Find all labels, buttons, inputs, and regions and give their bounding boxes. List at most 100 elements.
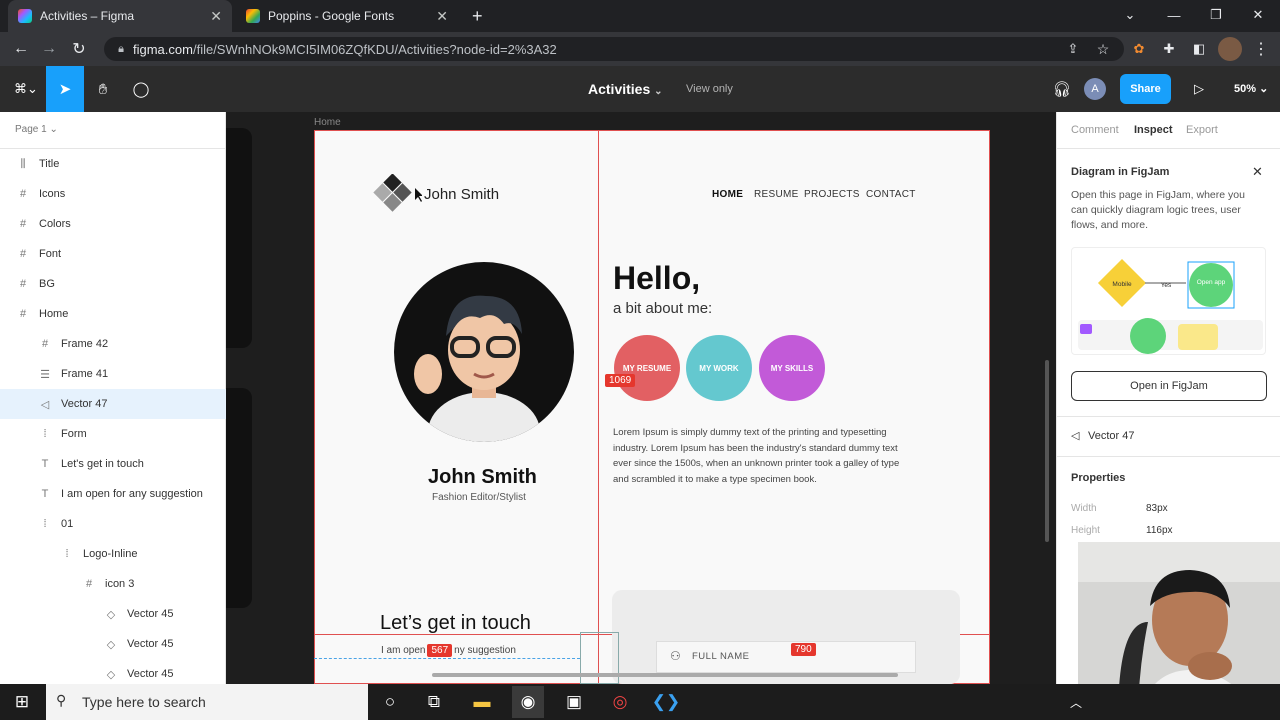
- url-text: figma.com/file/SWnhNOk9MCI5IM06ZQfKDU/Ac…: [133, 42, 557, 57]
- cortana-icon[interactable]: ○: [374, 686, 406, 718]
- layer-label: I am open for any suggestion: [61, 488, 203, 500]
- frame-icon: #: [19, 188, 27, 200]
- move-tool-icon[interactable]: ➤: [46, 66, 84, 112]
- close-tab-icon[interactable]: ✕: [436, 8, 448, 25]
- maximize-icon[interactable]: ❐: [1196, 0, 1236, 30]
- close-window-icon[interactable]: ✕: [1238, 0, 1278, 30]
- layer-row[interactable]: ⁞ 01: [0, 509, 226, 539]
- layer-row[interactable]: # Icons: [0, 179, 226, 209]
- offscreen-frame: [226, 388, 252, 608]
- zoom-level[interactable]: 50% ⌄: [1234, 82, 1268, 95]
- comment-tool-icon[interactable]: ◯: [122, 66, 160, 112]
- figma-main-menu-icon[interactable]: ⌘⌄: [6, 66, 46, 112]
- layer-row[interactable]: # Font: [0, 239, 226, 269]
- frame-bars-icon: ⫼: [20, 157, 26, 170]
- divider: [1056, 148, 1280, 149]
- tab-google-fonts[interactable]: Poppins - Google Fonts ✕: [236, 0, 458, 32]
- file-explorer-icon[interactable]: ▬: [466, 686, 498, 718]
- layer-row[interactable]: # BG: [0, 269, 226, 299]
- close-tab-icon[interactable]: ✕: [210, 8, 222, 25]
- profile-avatar[interactable]: [1218, 37, 1242, 61]
- tab-export[interactable]: Export: [1186, 124, 1218, 136]
- layer-row[interactable]: # Frame 42: [0, 329, 226, 359]
- forward-arrow-icon[interactable]: →: [38, 38, 60, 60]
- side-panel-icon[interactable]: ◧: [1188, 38, 1210, 60]
- vscode-icon[interactable]: ❮❯: [650, 686, 682, 718]
- app-icon[interactable]: ▣: [558, 686, 590, 718]
- extensions-puzzle-icon[interactable]: ✚: [1158, 38, 1180, 60]
- vertical-scrollbar[interactable]: [1045, 360, 1049, 542]
- nav-home[interactable]: HOME: [712, 189, 743, 200]
- layer-row[interactable]: ◇ Vector 45: [0, 629, 226, 659]
- layer-row[interactable]: ◇ Vector 45: [0, 659, 226, 689]
- obs-icon[interactable]: ◎: [604, 686, 636, 718]
- layer-row[interactable]: T I am open for any suggestion: [0, 479, 226, 509]
- lock-icon[interactable]: 🔒︎: [110, 38, 132, 60]
- tab-comment[interactable]: Comment: [1071, 124, 1119, 136]
- my-resume-circle[interactable]: MY RESUME: [614, 335, 680, 401]
- layer-label: BG: [39, 278, 55, 290]
- minimize-icon[interactable]: —: [1154, 0, 1194, 30]
- text-icon: T: [41, 488, 49, 500]
- tray-chevron-icon[interactable]: ︿: [1060, 686, 1092, 718]
- vector-icon: ◁: [40, 398, 50, 411]
- tab-figma[interactable]: Activities – Figma ✕: [8, 0, 232, 32]
- lorem-paragraph: Lorem Ipsum is simply dummy text of the …: [613, 427, 900, 485]
- layer-label: Form: [61, 428, 87, 440]
- chrome-icon[interactable]: ◉: [512, 686, 544, 718]
- new-tab-button[interactable]: +: [462, 0, 492, 32]
- vector-diamond-icon: ◇: [106, 638, 116, 651]
- back-arrow-icon[interactable]: ←: [10, 38, 32, 60]
- profile-name: John Smith: [428, 466, 537, 488]
- tab-inspect[interactable]: Inspect: [1134, 124, 1173, 136]
- my-work-circle[interactable]: MY WORK: [686, 335, 752, 401]
- layer-row[interactable]: ⁞ Form: [0, 419, 226, 449]
- windows-start-icon[interactable]: ⊞: [6, 686, 38, 718]
- layer-label: Font: [39, 248, 62, 260]
- nav-projects[interactable]: PROJECTS: [804, 189, 860, 200]
- page-selector[interactable]: Page 1 ⌄: [15, 124, 58, 135]
- layer-row[interactable]: # Colors: [0, 209, 226, 239]
- layer-row[interactable]: ◁ Vector 47: [0, 389, 226, 419]
- audio-headphones-icon[interactable]: 🎧︎: [1043, 66, 1081, 112]
- hand-tool-icon[interactable]: ✋︎: [84, 66, 122, 112]
- tab-search-chevron-icon[interactable]: ⌄: [1110, 0, 1150, 30]
- divider: [1056, 416, 1280, 417]
- full-name-placeholder: FULL NAME: [692, 651, 750, 662]
- layer-row[interactable]: ⫼ Title: [0, 149, 226, 179]
- user-avatar[interactable]: A: [1084, 78, 1106, 100]
- layer-row[interactable]: ⁞ Logo-Inline: [0, 539, 226, 569]
- open-in-figjam-button[interactable]: Open in FigJam: [1071, 371, 1267, 401]
- layer-row[interactable]: ☰ Frame 41: [0, 359, 226, 389]
- layer-row[interactable]: T Let's get in touch: [0, 449, 226, 479]
- extension-figma-icon[interactable]: ✿: [1128, 38, 1150, 60]
- close-icon[interactable]: ✕: [1252, 164, 1263, 180]
- hello-heading: Hello,: [613, 260, 701, 296]
- reload-icon[interactable]: ↻: [68, 38, 90, 60]
- nav-resume[interactable]: RESUME: [754, 189, 799, 200]
- layer-label: Vector 45: [127, 638, 174, 650]
- layer-row[interactable]: ◇ Vector 45: [0, 599, 226, 629]
- measurement-badge: 1069: [605, 374, 636, 387]
- frame-label[interactable]: Home: [314, 117, 341, 128]
- my-skills-circle[interactable]: MY SKILLS: [759, 335, 825, 401]
- search-icon: ⚲: [56, 692, 67, 708]
- figjam-edge-yes: Yes: [1161, 282, 1172, 289]
- browser-tab-strip: Activities – Figma ✕ Poppins - Google Fo…: [0, 0, 1280, 32]
- frame-icon: #: [19, 248, 27, 260]
- logo-inline-icon: [373, 174, 422, 212]
- layer-row[interactable]: # icon 3: [0, 569, 226, 599]
- measurement-badge: 790: [791, 643, 816, 656]
- layer-row[interactable]: # Home: [0, 299, 226, 329]
- layer-label: Let's get in touch: [61, 458, 144, 470]
- horizontal-scrollbar[interactable]: [432, 673, 898, 677]
- present-play-icon[interactable]: ▷: [1180, 66, 1218, 112]
- file-title[interactable]: Activities ⌄: [588, 81, 663, 97]
- suggestion-text: I am open 567 ny suggestion: [381, 644, 516, 657]
- nav-contact[interactable]: CONTACT: [866, 189, 916, 200]
- share-button[interactable]: Share: [1120, 74, 1171, 104]
- share-page-icon[interactable]: ⇪: [1062, 38, 1084, 60]
- task-view-icon[interactable]: ⧉: [418, 686, 450, 718]
- bookmark-star-icon[interactable]: ☆: [1092, 38, 1114, 60]
- menu-dots-icon[interactable]: ⋮: [1250, 38, 1272, 60]
